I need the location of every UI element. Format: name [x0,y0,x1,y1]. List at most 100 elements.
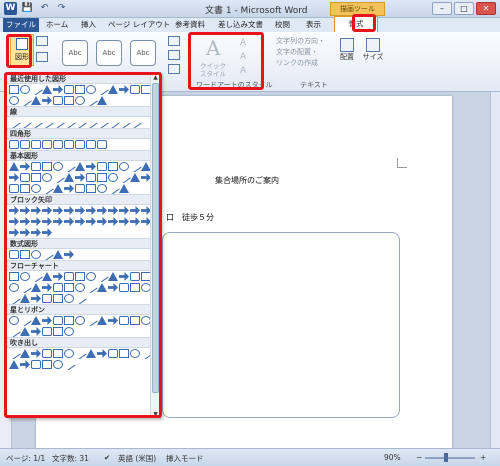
shape-option-icon[interactable] [42,228,52,237]
size-button[interactable]: サイズ [362,38,384,62]
shape-option-icon[interactable] [97,349,107,358]
document-heading[interactable]: 集合場所のご案内 [215,175,279,186]
shape-option-icon[interactable] [53,140,63,149]
status-insert-mode[interactable]: 挿入モード [166,453,204,464]
shape-option-icon[interactable] [75,85,85,94]
align-text-button[interactable]: 文字の配置・ [276,47,325,58]
drawing-canvas[interactable] [162,232,400,418]
shape-option-icon[interactable] [29,271,43,282]
document-text-line[interactable]: 口 徒歩５分 [166,212,214,223]
shape-option-icon[interactable] [130,272,140,281]
shape-option-icon[interactable] [119,283,129,292]
shape-option-icon[interactable] [84,315,98,326]
shape-option-icon[interactable] [130,85,140,94]
shape-option-icon[interactable] [86,140,96,149]
text-direction-button[interactable]: 文字列の方向・ [276,36,325,47]
shape-option-icon[interactable] [42,272,52,281]
shape-option-icon[interactable] [128,161,142,172]
shape-option-icon[interactable] [42,206,52,215]
gallery-scroll-thumb[interactable] [152,83,159,393]
redo-icon[interactable]: ↷ [55,2,68,15]
shape-option-icon[interactable] [31,360,41,369]
shape-option-icon[interactable] [64,173,74,182]
shape-option-icon[interactable] [130,283,140,292]
scroll-up-arrow-icon[interactable]: ▲ [151,73,160,82]
shape-option-icon[interactable] [53,272,63,281]
shape-option-icon[interactable] [108,206,118,215]
shape-option-icon[interactable] [108,272,118,281]
shape-option-icon[interactable] [106,183,120,194]
shape-option-icon[interactable] [9,140,19,149]
shape-option-icon[interactable] [9,85,19,94]
shape-option-icon[interactable] [108,316,118,325]
shape-option-icon[interactable] [75,184,85,193]
shapes-button[interactable]: 図形 [10,34,34,66]
tab-review[interactable]: 校閲 [275,19,290,30]
shape-option-icon[interactable] [31,140,41,149]
text-outline-icon[interactable]: A [240,52,246,62]
shape-option-icon[interactable] [119,206,129,215]
shape-option-icon[interactable] [42,162,52,171]
shape-option-icon[interactable] [9,272,19,281]
shape-option-icon[interactable] [9,173,19,182]
shape-option-icon[interactable] [119,272,129,281]
status-page[interactable]: ページ: 1/1 [6,453,45,464]
shape-option-icon[interactable] [31,162,41,171]
shape-option-icon[interactable] [20,294,30,303]
tab-references[interactable]: 参考資料 [175,19,205,30]
shape-option-icon[interactable] [20,217,30,226]
shape-option-icon[interactable] [9,206,19,215]
shape-option-icon[interactable] [97,283,107,292]
shape-option-icon[interactable] [108,217,118,226]
shape-option-icon[interactable] [7,348,21,359]
shape-option-icon[interactable] [53,206,63,215]
zoom-out-button[interactable]: − [416,453,422,462]
shape-option-icon[interactable] [64,85,74,94]
shape-option-icon[interactable] [20,327,30,336]
shape-option-icon[interactable] [20,228,30,237]
vertical-scrollbar[interactable] [490,92,500,448]
tab-insert[interactable]: 挿入 [81,19,96,30]
close-button[interactable]: ✕ [476,2,496,15]
shape-option-icon[interactable] [130,316,140,325]
shape-option-icon[interactable] [42,316,52,325]
shape-option-icon[interactable] [42,217,52,226]
shape-option-icon[interactable] [97,217,107,226]
zoom-slider-thumb[interactable] [444,453,448,462]
shape-option-icon[interactable] [108,173,118,182]
shape-option-icon[interactable] [97,162,107,171]
tab-format[interactable]: 書式 [334,16,378,32]
shape-option-icon[interactable] [31,173,41,182]
shape-option-icon[interactable] [31,316,41,325]
shape-option-icon[interactable] [9,217,19,226]
shape-option-icon[interactable] [97,96,107,105]
shape-option-icon[interactable] [84,95,98,106]
shape-option-icon[interactable] [119,349,129,358]
shape-option-icon[interactable] [86,272,96,281]
minimize-button[interactable]: – [432,2,452,15]
shape-option-icon[interactable] [64,217,74,226]
shape-option-icon[interactable] [64,294,74,303]
shape-option-icon[interactable] [42,140,52,149]
shape-option-icon[interactable] [75,316,85,325]
shape-option-icon[interactable] [108,85,118,94]
shape-option-icon[interactable] [73,348,87,359]
shape-option-icon[interactable] [31,349,41,358]
shape-option-icon[interactable] [108,349,118,358]
shape-option-icon[interactable] [9,228,19,237]
shape-option-icon[interactable] [20,85,30,94]
shape-option-icon[interactable] [75,173,85,182]
shape-option-icon[interactable] [75,272,85,281]
shape-fill-icon[interactable] [168,36,180,46]
shape-option-icon[interactable] [31,250,41,259]
create-link-button[interactable]: リンクの作成 [276,58,325,69]
shape-option-icon[interactable] [64,184,74,193]
shape-option-icon[interactable] [20,349,30,358]
text-fill-icon[interactable]: A [240,38,246,48]
shape-option-icon[interactable] [119,316,129,325]
shape-option-icon[interactable] [119,184,129,193]
shape-option-icon[interactable] [31,96,41,105]
shape-option-icon[interactable] [108,162,118,171]
shape-option-icon[interactable] [119,162,129,171]
tab-file[interactable]: ファイル [3,18,39,32]
